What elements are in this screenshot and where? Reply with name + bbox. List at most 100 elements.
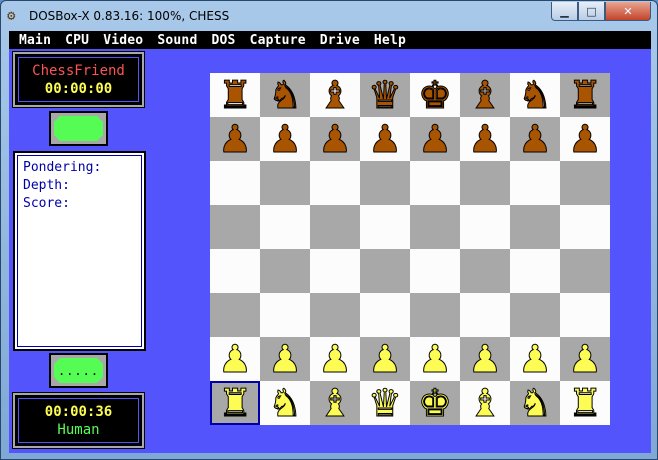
square-a4[interactable] bbox=[210, 249, 260, 293]
square-c8[interactable]: ♝ bbox=[310, 73, 360, 118]
white-pawn-icon[interactable]: ♟ bbox=[467, 337, 502, 382]
white-knight-icon[interactable]: ♞ bbox=[517, 381, 552, 426]
square-a5[interactable] bbox=[210, 205, 260, 249]
square-g8[interactable]: ♞ bbox=[510, 73, 560, 118]
square-d6[interactable] bbox=[360, 161, 410, 205]
square-g4[interactable] bbox=[510, 249, 560, 293]
white-pawn-icon[interactable]: ♟ bbox=[367, 337, 402, 382]
square-h2[interactable]: ♟ bbox=[560, 337, 610, 382]
square-a3[interactable] bbox=[210, 293, 260, 337]
square-c5[interactable] bbox=[310, 205, 360, 249]
square-e6[interactable] bbox=[410, 161, 460, 205]
square-e7[interactable]: ♟ bbox=[410, 117, 460, 162]
square-e2[interactable]: ♟ bbox=[410, 337, 460, 382]
square-h4[interactable] bbox=[560, 249, 610, 293]
dosbox-icon[interactable]: ⚙ bbox=[7, 8, 23, 24]
black-knight-icon[interactable]: ♞ bbox=[517, 73, 552, 118]
square-a8[interactable]: ♜ bbox=[210, 73, 260, 118]
square-d3[interactable] bbox=[360, 293, 410, 337]
menu-video[interactable]: Video bbox=[103, 33, 143, 48]
black-queen-icon[interactable]: ♛ bbox=[367, 73, 402, 118]
black-pawn-icon[interactable]: ♟ bbox=[467, 117, 502, 162]
square-g2[interactable]: ♟ bbox=[510, 337, 560, 382]
black-pawn-icon[interactable]: ♟ bbox=[267, 117, 302, 162]
black-pawn-icon[interactable]: ♟ bbox=[567, 117, 602, 162]
white-bishop-icon[interactable]: ♝ bbox=[317, 381, 352, 426]
black-pawn-icon[interactable]: ♟ bbox=[417, 117, 452, 162]
square-c2[interactable]: ♟ bbox=[310, 337, 360, 382]
square-h1[interactable]: ♜ bbox=[560, 381, 610, 426]
white-knight-icon[interactable]: ♞ bbox=[267, 381, 302, 426]
square-g3[interactable] bbox=[510, 293, 560, 337]
square-h7[interactable]: ♟ bbox=[560, 117, 610, 162]
black-rook-icon[interactable]: ♜ bbox=[217, 73, 252, 118]
black-knight-icon[interactable]: ♞ bbox=[267, 73, 302, 118]
white-pawn-icon[interactable]: ♟ bbox=[517, 337, 552, 382]
maximize-button[interactable]: □ bbox=[578, 2, 605, 21]
square-d2[interactable]: ♟ bbox=[360, 337, 410, 382]
square-e4[interactable] bbox=[410, 249, 460, 293]
square-d4[interactable] bbox=[360, 249, 410, 293]
close-button[interactable]: ✕ bbox=[605, 2, 651, 21]
square-b8[interactable]: ♞ bbox=[260, 73, 310, 118]
square-c7[interactable]: ♟ bbox=[310, 117, 360, 162]
square-b3[interactable] bbox=[260, 293, 310, 337]
white-pawn-icon[interactable]: ♟ bbox=[417, 337, 452, 382]
white-bishop-icon[interactable]: ♝ bbox=[467, 381, 502, 426]
square-f6[interactable] bbox=[460, 161, 510, 205]
black-pawn-icon[interactable]: ♟ bbox=[317, 117, 352, 162]
white-pawn-icon[interactable]: ♟ bbox=[567, 337, 602, 382]
square-c3[interactable] bbox=[310, 293, 360, 337]
square-g6[interactable] bbox=[510, 161, 560, 205]
square-h6[interactable] bbox=[560, 161, 610, 205]
square-g1[interactable]: ♞ bbox=[510, 381, 560, 426]
square-b4[interactable] bbox=[260, 249, 310, 293]
square-e8[interactable]: ♚ bbox=[410, 73, 460, 118]
square-b2[interactable]: ♟ bbox=[260, 337, 310, 382]
black-pawn-icon[interactable]: ♟ bbox=[517, 117, 552, 162]
menu-sound[interactable]: Sound bbox=[157, 33, 197, 48]
square-c1[interactable]: ♝ bbox=[310, 381, 360, 426]
white-rook-icon[interactable]: ♜ bbox=[567, 381, 602, 426]
square-e3[interactable] bbox=[410, 293, 460, 337]
menu-cpu[interactable]: CPU bbox=[65, 33, 89, 48]
square-a2[interactable]: ♟ bbox=[210, 337, 260, 382]
square-d8[interactable]: ♛ bbox=[360, 73, 410, 118]
white-pawn-icon[interactable]: ♟ bbox=[267, 337, 302, 382]
square-a1[interactable]: ♜ bbox=[210, 381, 260, 426]
dos-screen[interactable]: Main CPU Video Sound DOS Capture Drive H… bbox=[9, 31, 651, 453]
white-pawn-icon[interactable]: ♟ bbox=[317, 337, 352, 382]
title-bar[interactable]: ⚙ DOSBox-X 0.83.16: 100%, CHESS ▁ □ ✕ bbox=[1, 1, 657, 31]
square-f1[interactable]: ♝ bbox=[460, 381, 510, 426]
square-d1[interactable]: ♛ bbox=[360, 381, 410, 426]
white-king-icon[interactable]: ♚ bbox=[417, 381, 452, 426]
menu-drive[interactable]: Drive bbox=[320, 33, 360, 48]
square-e1[interactable]: ♚ bbox=[410, 381, 460, 426]
square-f8[interactable]: ♝ bbox=[460, 73, 510, 118]
square-a7[interactable]: ♟ bbox=[210, 117, 260, 162]
square-h8[interactable]: ♜ bbox=[560, 73, 610, 118]
menu-main[interactable]: Main bbox=[19, 33, 51, 48]
square-b7[interactable]: ♟ bbox=[260, 117, 310, 162]
square-h3[interactable] bbox=[560, 293, 610, 337]
square-f3[interactable] bbox=[460, 293, 510, 337]
square-e5[interactable] bbox=[410, 205, 460, 249]
square-a6[interactable] bbox=[210, 161, 260, 205]
black-king-icon[interactable]: ♚ bbox=[417, 73, 452, 118]
square-g7[interactable]: ♟ bbox=[510, 117, 560, 162]
square-f2[interactable]: ♟ bbox=[460, 337, 510, 382]
black-rook-icon[interactable]: ♜ bbox=[567, 73, 602, 118]
black-bishop-icon[interactable]: ♝ bbox=[317, 73, 352, 118]
minimize-button[interactable]: ▁ bbox=[551, 2, 578, 21]
square-d5[interactable] bbox=[360, 205, 410, 249]
white-queen-icon[interactable]: ♛ bbox=[367, 381, 402, 426]
square-d7[interactable]: ♟ bbox=[360, 117, 410, 162]
square-f5[interactable] bbox=[460, 205, 510, 249]
square-f4[interactable] bbox=[460, 249, 510, 293]
square-c6[interactable] bbox=[310, 161, 360, 205]
square-c4[interactable] bbox=[310, 249, 360, 293]
white-pawn-icon[interactable]: ♟ bbox=[217, 337, 252, 382]
square-b1[interactable]: ♞ bbox=[260, 381, 310, 426]
square-f7[interactable]: ♟ bbox=[460, 117, 510, 162]
black-bishop-icon[interactable]: ♝ bbox=[467, 73, 502, 118]
